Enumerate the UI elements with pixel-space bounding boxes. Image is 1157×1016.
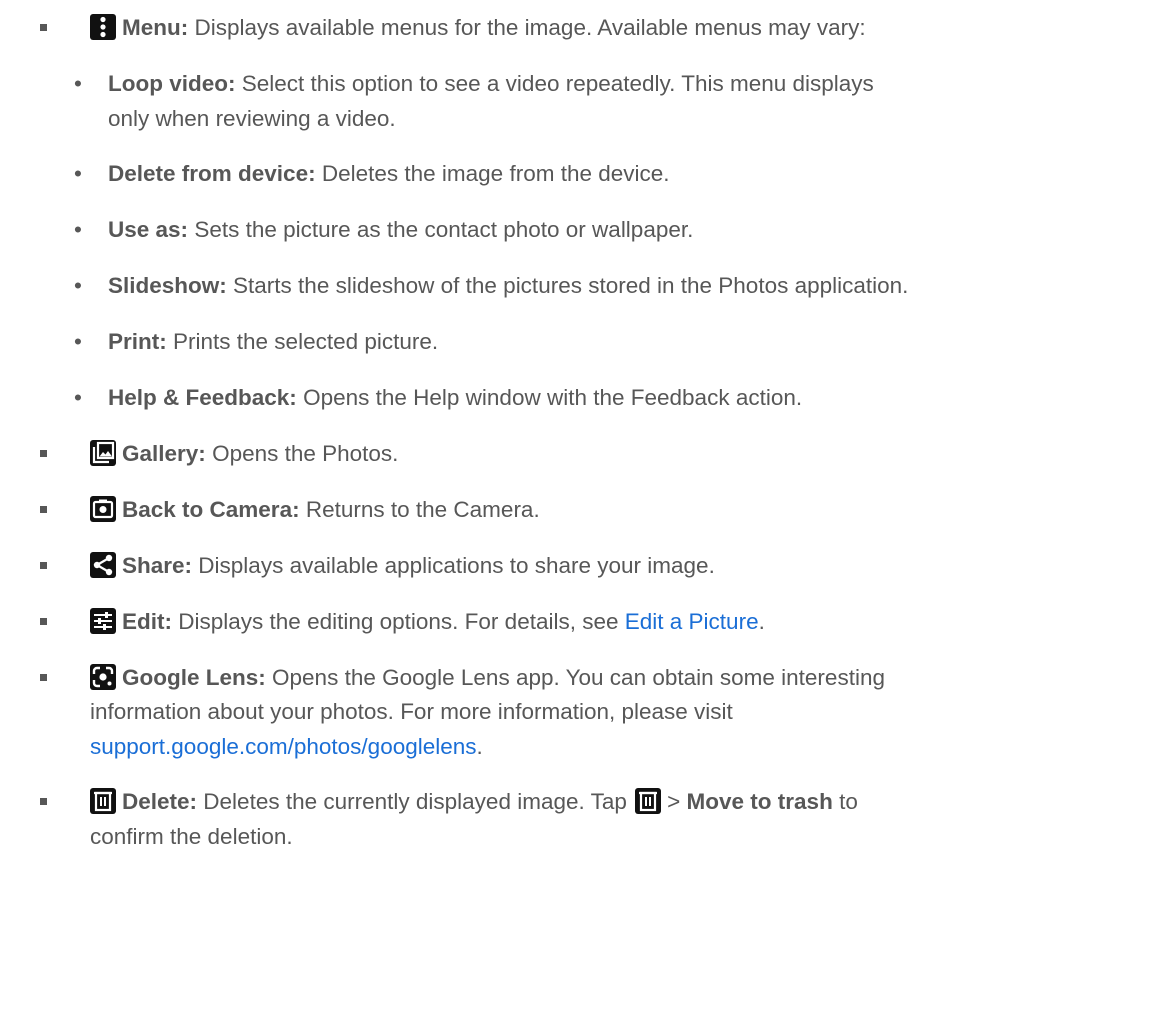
google-lens-label: Google Lens: bbox=[122, 665, 266, 690]
menu-label: Menu: bbox=[122, 15, 189, 40]
submenu-desc: Opens the Help window with the Feedback … bbox=[303, 385, 803, 410]
delete-desc-after: to bbox=[839, 789, 858, 814]
share-icon bbox=[90, 552, 116, 579]
back-to-camera-desc: Returns to the Camera. bbox=[305, 497, 540, 522]
edit-desc: Displays the editing options. For detail… bbox=[178, 609, 619, 634]
submenu-label: Use as: bbox=[108, 217, 189, 242]
submenu-label: Slideshow: bbox=[108, 273, 227, 298]
more-vert-icon bbox=[90, 14, 116, 41]
camera-icon bbox=[90, 496, 116, 523]
delete-sep: > bbox=[667, 789, 681, 814]
square-bullet bbox=[40, 798, 47, 805]
square-bullet bbox=[40, 674, 47, 681]
round-bullet: • bbox=[74, 217, 82, 242]
share-desc: Displays available applications to share… bbox=[198, 553, 715, 578]
move-to-trash-label: Move to trash bbox=[686, 789, 833, 814]
back-to-camera-label: Back to Camera: bbox=[122, 497, 300, 522]
submenu-label: Help & Feedback: bbox=[108, 385, 297, 410]
delete-desc: Deletes the currently displayed image. T… bbox=[203, 789, 627, 814]
google-lens-icon bbox=[90, 664, 116, 691]
square-bullet bbox=[40, 24, 47, 31]
round-bullet: • bbox=[74, 385, 82, 410]
gallery-icon bbox=[90, 440, 116, 467]
round-bullet: • bbox=[74, 273, 82, 298]
submenu-desc: Select this option to see a video repeat… bbox=[241, 71, 874, 96]
submenu-label: Print: bbox=[108, 329, 167, 354]
round-bullet: • bbox=[74, 161, 82, 186]
submenu-desc: Starts the slideshow of the pictures sto… bbox=[233, 273, 909, 298]
submenu-label: Loop video: bbox=[108, 71, 236, 96]
google-lens-desc: Opens the Google Lens app. You can obtai… bbox=[272, 665, 885, 690]
edit-a-picture-link[interactable]: Edit a Picture bbox=[625, 609, 759, 634]
edit-label: Edit: bbox=[122, 609, 172, 634]
google-lens-support-link[interactable]: support.google.com/photos/googlelens bbox=[90, 734, 477, 759]
square-bullet bbox=[40, 562, 47, 569]
square-bullet bbox=[40, 506, 47, 513]
submenu-desc: Prints the selected picture. bbox=[173, 329, 439, 354]
google-lens-desc-cont: information about your photos. For more … bbox=[90, 699, 733, 724]
submenu-desc-cont: only when reviewing a video. bbox=[108, 106, 396, 131]
tune-icon bbox=[90, 608, 116, 635]
share-label: Share: bbox=[122, 553, 193, 578]
round-bullet: • bbox=[74, 71, 82, 96]
submenu-desc: Deletes the image from the device. bbox=[321, 161, 670, 186]
gallery-label: Gallery: bbox=[122, 441, 206, 466]
submenu-label: Delete from device: bbox=[108, 161, 316, 186]
gallery-desc: Opens the Photos. bbox=[212, 441, 399, 466]
square-bullet bbox=[40, 450, 47, 457]
round-bullet: • bbox=[74, 329, 82, 354]
trash-icon bbox=[635, 788, 662, 815]
menu-desc: Displays available menus for the image. … bbox=[194, 15, 866, 40]
delete-desc-cont: confirm the deletion. bbox=[90, 824, 293, 849]
square-bullet bbox=[40, 618, 47, 625]
submenu-desc: Sets the picture as the contact photo or… bbox=[194, 217, 694, 242]
delete-label: Delete: bbox=[122, 789, 198, 814]
trash-icon bbox=[90, 788, 116, 815]
